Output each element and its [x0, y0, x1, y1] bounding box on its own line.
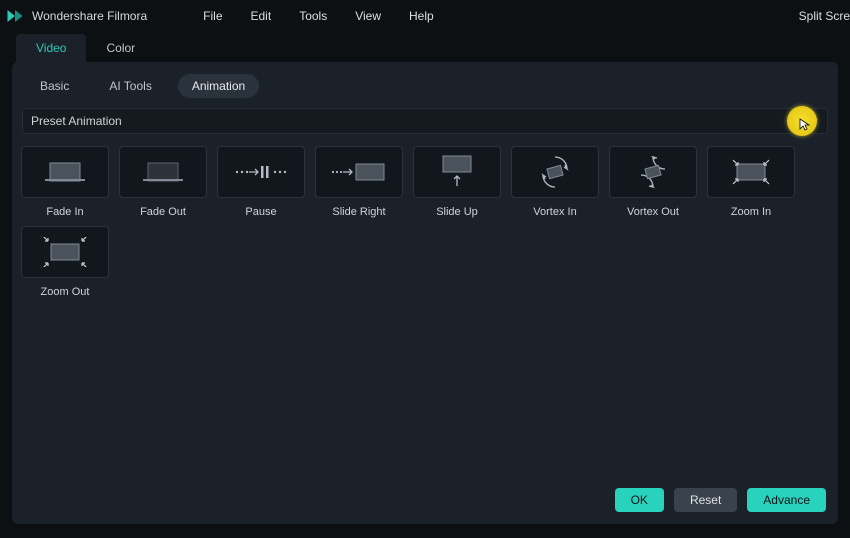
tab-color[interactable]: Color: [86, 34, 155, 62]
preset-label: Fade Out: [140, 206, 186, 218]
preset-label: Vortex In: [533, 206, 576, 218]
menu-file[interactable]: File: [203, 9, 222, 23]
advance-button[interactable]: Advance: [747, 488, 826, 512]
preset-fade-out[interactable]: Fade Out: [118, 146, 208, 218]
main-tabs: Video Color: [0, 32, 850, 62]
preset-grid: Fade In Fade Out Pause Slide Right Slide: [12, 134, 838, 310]
preset-zoom-in[interactable]: Zoom In: [706, 146, 796, 218]
app-title: Wondershare Filmora: [32, 9, 147, 23]
preset-label: Slide Up: [436, 206, 478, 218]
preset-pause[interactable]: Pause: [216, 146, 306, 218]
tab-video[interactable]: Video: [16, 34, 86, 62]
video-panel: Basic AI Tools Animation Preset Animatio…: [12, 62, 838, 524]
preset-thumb-vortex-in: [511, 146, 599, 198]
tab-ai-tools[interactable]: AI Tools: [95, 74, 165, 98]
preset-label: Slide Right: [332, 206, 385, 218]
sub-tabs: Basic AI Tools Animation: [12, 62, 838, 108]
preset-vortex-out[interactable]: Vortex Out: [608, 146, 698, 218]
preset-thumb-vortex-out: [609, 146, 697, 198]
menu-tools[interactable]: Tools: [299, 9, 327, 23]
tab-animation[interactable]: Animation: [178, 74, 259, 98]
menu-help[interactable]: Help: [409, 9, 434, 23]
preset-thumb-slide-up: [413, 146, 501, 198]
preset-label: Pause: [245, 206, 276, 218]
preset-slide-right[interactable]: Slide Right: [314, 146, 404, 218]
preset-vortex-in[interactable]: Vortex In: [510, 146, 600, 218]
reset-button[interactable]: Reset: [674, 488, 737, 512]
preset-slide-up[interactable]: Slide Up: [412, 146, 502, 218]
preset-fade-in[interactable]: Fade In: [20, 146, 110, 218]
preset-zoom-out[interactable]: Zoom Out: [20, 226, 110, 298]
menubar: Wondershare Filmora File Edit Tools View…: [0, 0, 850, 32]
section-preset-label: Preset Animation: [31, 114, 122, 128]
preset-thumb-zoom-in: [707, 146, 795, 198]
cursor-arrow-icon: [799, 118, 813, 132]
preset-thumb-fade-out: [119, 146, 207, 198]
preset-label: Zoom Out: [41, 286, 90, 298]
preset-label: Fade In: [46, 206, 83, 218]
footer-buttons: OK Reset Advance: [615, 488, 826, 512]
tab-basic[interactable]: Basic: [26, 74, 83, 98]
preset-thumb-pause: [217, 146, 305, 198]
preset-thumb-fade-in: [21, 146, 109, 198]
ok-button[interactable]: OK: [615, 488, 664, 512]
menu-view[interactable]: View: [355, 9, 381, 23]
preset-label: Zoom In: [731, 206, 771, 218]
menu-split-screen[interactable]: Split Scre: [799, 9, 850, 23]
preset-thumb-slide-right: [315, 146, 403, 198]
section-preset-animation[interactable]: Preset Animation: [22, 108, 828, 134]
preset-thumb-zoom-out: [21, 226, 109, 278]
app-logo-icon: [6, 7, 24, 25]
menu-edit[interactable]: Edit: [251, 9, 272, 23]
preset-label: Vortex Out: [627, 206, 679, 218]
